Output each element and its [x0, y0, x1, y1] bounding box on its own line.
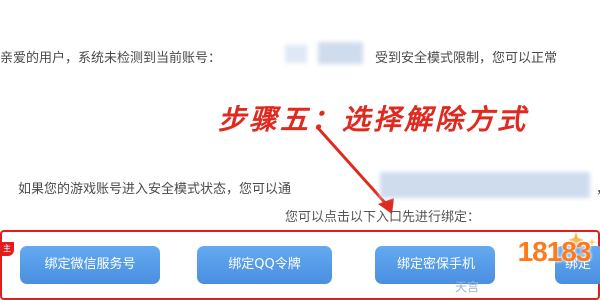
notice-line-2: 如果您的游戏账号进入安全模式状态，您可以通 — [18, 182, 292, 197]
site-watermark-logo: 18183 — [508, 228, 600, 280]
partial-bottom-text: 天宫 — [455, 280, 480, 294]
notice-line-1-tail: 受到安全模式限制，您可以正常 — [375, 51, 558, 66]
notice-line-2-tail: ，如 — [596, 178, 600, 197]
bind-wechat-button[interactable]: 绑定微信服务号 — [20, 246, 160, 284]
corner-badge: 主手 — [0, 242, 14, 267]
bind-qq-token-button[interactable]: 绑定QQ令牌 — [197, 246, 332, 284]
redacted-account-part-2 — [318, 42, 363, 64]
redacted-account-part-1 — [285, 45, 307, 63]
notice-line-1: 亲爱的用户，系统未检测到当前账号： — [0, 51, 222, 66]
watermark-text: 18183 — [517, 236, 592, 267]
redacted-link — [380, 172, 590, 198]
bind-prompt: 您可以点击以下入口先进行绑定： — [285, 210, 481, 225]
step-annotation: 步骤五：选择解除方式 — [218, 103, 529, 136]
